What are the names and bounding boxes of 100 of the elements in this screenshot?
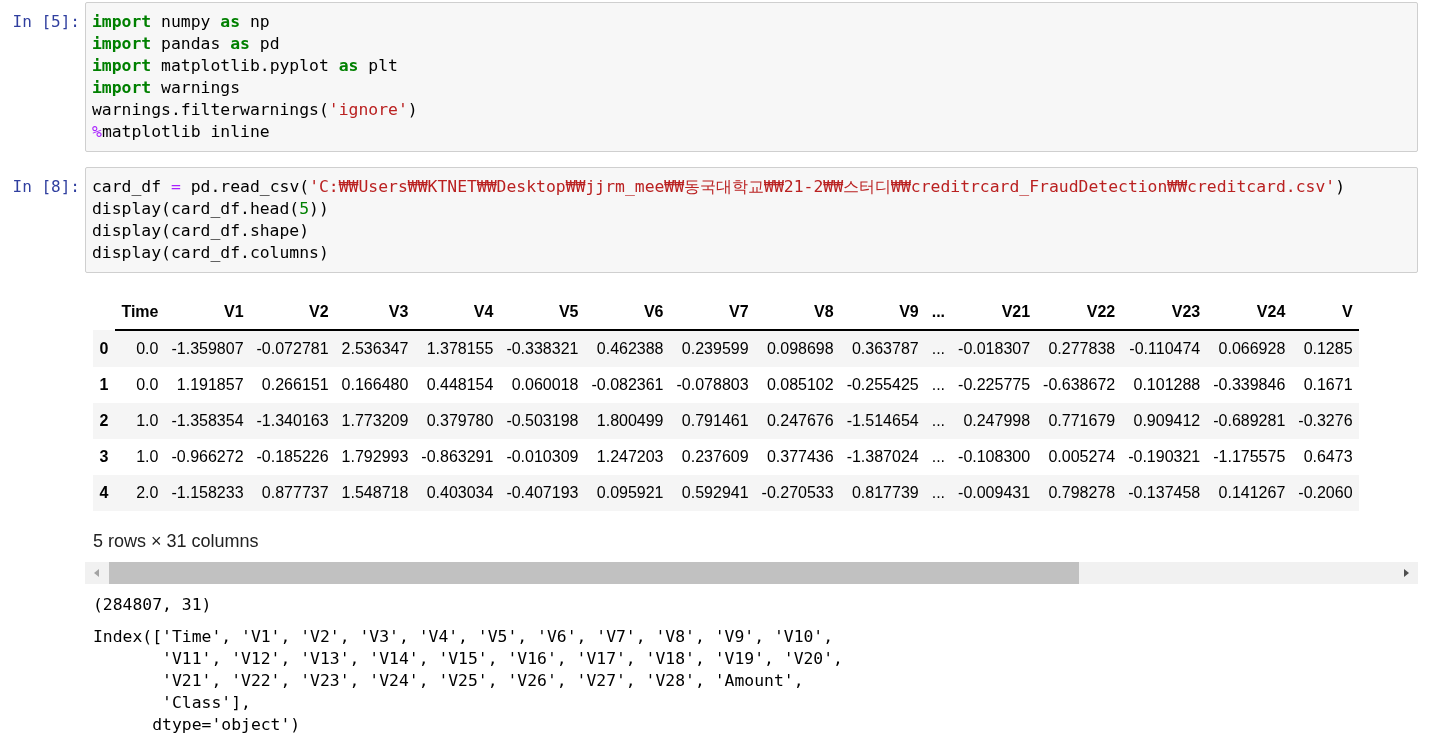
table-cell: 0.141267 bbox=[1206, 475, 1292, 511]
table-cell: ... bbox=[925, 367, 952, 403]
table-cell: 1.0 bbox=[114, 403, 165, 439]
code-line: card_df = pd.read_csv('C:₩₩Users₩₩KTNET₩₩Desktop₩₩jjrm_mee₩₩동국대학교₩₩21-2₩₩스터디₩₩creditrcard_FraudDetection₩₩creditcard.csv') bbox=[92, 176, 1346, 198]
table-cell: 0.448154 bbox=[414, 367, 500, 403]
output-text: Index(['Time', 'V1', 'V2', 'V3', 'V4', 'V5', 'V6', 'V7', 'V8', 'V9', 'V10', 'V11', 'V12', 'V13', 'V14', 'V15', 'V16', 'V17', 'V18', 'V19', 'V20', 'V21', 'V22', 'V23', 'V24', 'V25', 'V26', 'V27', 'V28', 'Amount', 'Class'], dtype='object') bbox=[93, 626, 844, 736]
table-cell: ... bbox=[925, 403, 952, 439]
code-line: import matplotlib.pyplot as plt bbox=[92, 55, 399, 77]
table-cell: 0.909412 bbox=[1121, 403, 1207, 439]
table-cell: 2.536347 bbox=[335, 330, 415, 367]
table-cell: 0.239599 bbox=[670, 330, 756, 367]
table-cell: -0.072781 bbox=[250, 330, 336, 367]
table-caption: 5 rows × 31 columns bbox=[93, 531, 260, 552]
table-cell: 1.548718 bbox=[335, 475, 415, 511]
table-cell: -1.340163 bbox=[250, 403, 336, 439]
table-cell: -0.185226 bbox=[250, 439, 336, 475]
code-line: import warnings bbox=[92, 77, 242, 99]
table-cell: 1.0 bbox=[114, 439, 165, 475]
table-cell: 0.060018 bbox=[499, 367, 585, 403]
table-cell: -0.966272 bbox=[164, 439, 251, 475]
table-cell: -1.514654 bbox=[840, 403, 926, 439]
table-cell: -0.190321 bbox=[1121, 439, 1207, 475]
code-cell[interactable]: import numpy as np import pandas as pd import matplotlib.pyplot as plt import warnings warnings.filterwarnings('ignore') %matplotlib inline bbox=[85, 2, 1418, 152]
table-cell: 0.592941 bbox=[670, 475, 756, 511]
table-cell: -0.009431 bbox=[951, 475, 1037, 511]
table-cell: 0.247676 bbox=[755, 403, 841, 439]
table-cell: 0.0 bbox=[114, 330, 165, 367]
table-cell: -0.018307 bbox=[951, 330, 1037, 367]
table-cell: 1.792993 bbox=[335, 439, 415, 475]
table-cell: 0.363787 bbox=[840, 330, 926, 367]
table-cell: 0.798278 bbox=[1036, 475, 1122, 511]
table-cell: 0.791461 bbox=[670, 403, 756, 439]
table-cell: 0.771679 bbox=[1036, 403, 1122, 439]
table-cell: 1.773209 bbox=[335, 403, 415, 439]
table-cell: -0.863291 bbox=[414, 439, 500, 475]
table-cell: -0.689281 bbox=[1206, 403, 1292, 439]
code-line: %matplotlib inline bbox=[92, 121, 271, 143]
row-index: 3 bbox=[93, 439, 115, 475]
table-cell: 0.1285 bbox=[1291, 330, 1360, 367]
row-index: 0 bbox=[93, 330, 115, 367]
output-text: (284807, 31) bbox=[93, 594, 213, 616]
table-cell: 0.403034 bbox=[414, 475, 500, 511]
table-cell: 0.877737 bbox=[250, 475, 336, 511]
table-cell: -0.338321 bbox=[499, 330, 585, 367]
table-cell: 0.098698 bbox=[755, 330, 841, 367]
table-cell: 0.095921 bbox=[584, 475, 670, 511]
table-cell: -0.2060 bbox=[1291, 475, 1360, 511]
table-cell: 0.066928 bbox=[1206, 330, 1292, 367]
input-prompt: In [5]: bbox=[11, 11, 81, 33]
horizontal-scrollbar[interactable] bbox=[85, 562, 1418, 584]
table-cell: -0.255425 bbox=[840, 367, 926, 403]
table-cell: 0.817739 bbox=[840, 475, 926, 511]
table-cell: -0.108300 bbox=[951, 439, 1037, 475]
row-index: 4 bbox=[93, 475, 115, 511]
scroll-left-icon[interactable] bbox=[93, 568, 101, 578]
table-cell: 0.101288 bbox=[1121, 367, 1207, 403]
table-cell: -0.503198 bbox=[499, 403, 585, 439]
table-cell: -0.137458 bbox=[1121, 475, 1207, 511]
table-cell: 0.462388 bbox=[584, 330, 670, 367]
table-cell: -0.010309 bbox=[499, 439, 585, 475]
table-cell: ... bbox=[925, 439, 952, 475]
table-cell: -0.270533 bbox=[755, 475, 841, 511]
table-cell: -0.225775 bbox=[951, 367, 1037, 403]
code-line: import pandas as pd bbox=[92, 33, 281, 55]
table-cell: 0.005274 bbox=[1036, 439, 1122, 475]
table-cell: 0.237609 bbox=[670, 439, 756, 475]
table-cell: 2.0 bbox=[114, 475, 165, 511]
table-cell: -0.110474 bbox=[1121, 330, 1207, 367]
table-cell: -1.359807 bbox=[164, 330, 251, 367]
table-cell: -0.407193 bbox=[499, 475, 585, 511]
table-cell: -0.082361 bbox=[584, 367, 670, 403]
table-cell: ... bbox=[925, 475, 952, 511]
table-cell: 0.277838 bbox=[1036, 330, 1122, 367]
scroll-right-icon[interactable] bbox=[1402, 568, 1410, 578]
table-cell: 1.191857 bbox=[164, 367, 251, 403]
table-cell: 0.6473 bbox=[1291, 439, 1360, 475]
row-index: 1 bbox=[93, 367, 115, 403]
table-cell: 1.247203 bbox=[584, 439, 670, 475]
table-cell: 0.377436 bbox=[755, 439, 841, 475]
table-cell: -0.339846 bbox=[1206, 367, 1292, 403]
code-line: display(card_df.head(5)) bbox=[92, 198, 330, 220]
table-cell: -1.387024 bbox=[840, 439, 926, 475]
table-cell: 0.1671 bbox=[1291, 367, 1360, 403]
table-cell: 1.800499 bbox=[584, 403, 670, 439]
table-cell: 0.379780 bbox=[414, 403, 500, 439]
table-cell: -1.358354 bbox=[164, 403, 251, 439]
table-cell: -1.175575 bbox=[1206, 439, 1292, 475]
table-cell: ... bbox=[925, 330, 952, 367]
table-cell: 0.266151 bbox=[250, 367, 336, 403]
code-line: display(card_df.shape) bbox=[92, 220, 311, 242]
scrollbar-thumb[interactable] bbox=[109, 562, 1079, 584]
code-cell[interactable]: card_df = pd.read_csv('C:₩₩Users₩₩KTNET₩₩Desktop₩₩jjrm_mee₩₩동국대학교₩₩21-2₩₩스터디₩₩creditrcard_FraudDetection₩₩creditcard.csv') display(card_df.head(5)) display(card_df.shape) display(card_df.columns) bbox=[85, 167, 1418, 273]
table-cell: -0.3276 bbox=[1291, 403, 1360, 439]
row-index: 2 bbox=[93, 403, 115, 439]
table-cell: -1.158233 bbox=[164, 475, 251, 511]
table-cell: 0.0 bbox=[114, 367, 165, 403]
table-cell: -0.638672 bbox=[1036, 367, 1122, 403]
code-line: display(card_df.columns) bbox=[92, 242, 330, 264]
table-cell: 0.247998 bbox=[951, 403, 1037, 439]
table-cell: 0.166480 bbox=[335, 367, 415, 403]
